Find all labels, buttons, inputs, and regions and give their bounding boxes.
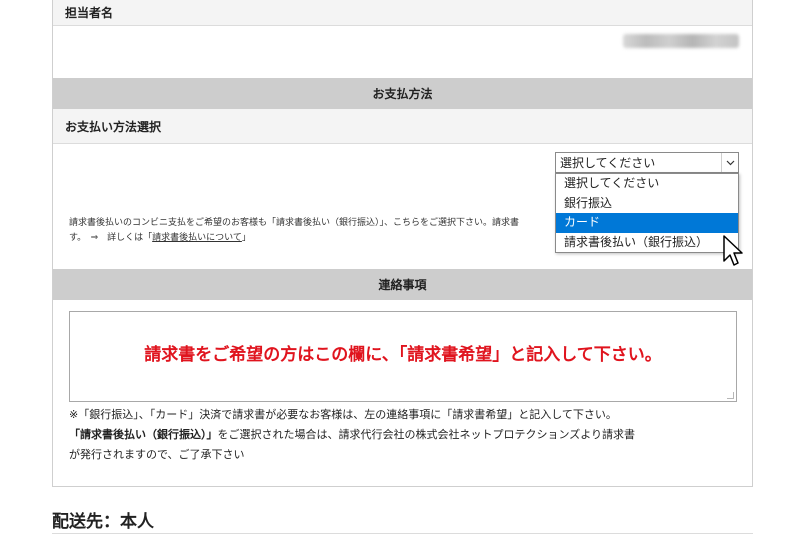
footer-note-rest: をご選択された場合は、請求代行会社の株式会社ネットプロテクションズより請求書	[217, 428, 636, 441]
payment-option-select-prompt[interactable]: 選択してください	[556, 174, 738, 194]
order-form-panel: 担当者名 お支払方法 お支払い方法選択 選択してください 選択してください 銀行…	[52, 0, 753, 487]
delivery-heading: 配送先：本人	[52, 512, 154, 532]
invoice-info-link[interactable]: 請求書後払いについて	[152, 233, 242, 243]
payment-note-prefix: す。 ⇒ 詳しくは「	[69, 233, 153, 243]
contact-notes-text: 請求書をご希望の方はこの欄に、「請求書希望」と記入して下さい。	[144, 345, 662, 365]
chevron-down-icon[interactable]	[721, 153, 738, 172]
contact-person-value-redacted	[623, 34, 739, 48]
contact-section-header: 連絡事項	[53, 269, 752, 300]
payment-note-suffix: 」	[241, 233, 251, 243]
footer-note-bold: 「請求書後払い（銀行振込）」	[69, 428, 218, 441]
payment-method-select[interactable]: 選択してください	[555, 152, 739, 173]
payment-note-line2: す。 ⇒ 詳しくは「請求書後払いについて」	[69, 230, 251, 243]
resize-grip-icon[interactable]	[727, 392, 734, 399]
contact-notes-textarea[interactable]: 請求書をご希望の方はこの欄に、「請求書希望」と記入して下さい。	[69, 311, 737, 402]
contact-section-title: 連絡事項	[378, 278, 427, 292]
payment-option-card[interactable]: カード	[556, 213, 738, 233]
payment-section-title: お支払方法	[372, 87, 433, 101]
payment-option-bank-transfer[interactable]: 銀行振込	[556, 194, 738, 214]
payment-method-label-row: お支払い方法選択	[53, 109, 752, 144]
footer-note-line1: ※「銀行振込」、「カード」決済で請求書が必要なお客様は、左の連絡事項に「請求書希…	[69, 408, 617, 421]
payment-note-line1: 請求書後払いのコンビニ支払をご希望のお客様も「請求書後払い（銀行振込）」、こちら…	[69, 218, 520, 228]
payment-option-invoice-later[interactable]: 請求書後払い（銀行振込）	[556, 233, 738, 253]
mouse-cursor-icon	[723, 235, 743, 266]
payment-section-header: お支払方法	[53, 78, 752, 109]
footer-note-line2: 「請求書後払い（銀行振込）」をご選択された場合は、請求代行会社の株式会社ネットプ…	[69, 426, 635, 442]
payment-method-select-value: 選択してください	[560, 156, 656, 170]
footer-note-line3: が発行されますので、ご了承下さい	[69, 448, 245, 461]
divider	[52, 533, 753, 534]
contact-person-label: 担当者名	[65, 6, 114, 20]
payment-method-dropdown: 選択してください 銀行振込 カード 請求書後払い（銀行振込）	[555, 173, 739, 253]
payment-method-label: お支払い方法選択	[65, 119, 162, 134]
contact-person-label-row: 担当者名	[53, 0, 752, 26]
